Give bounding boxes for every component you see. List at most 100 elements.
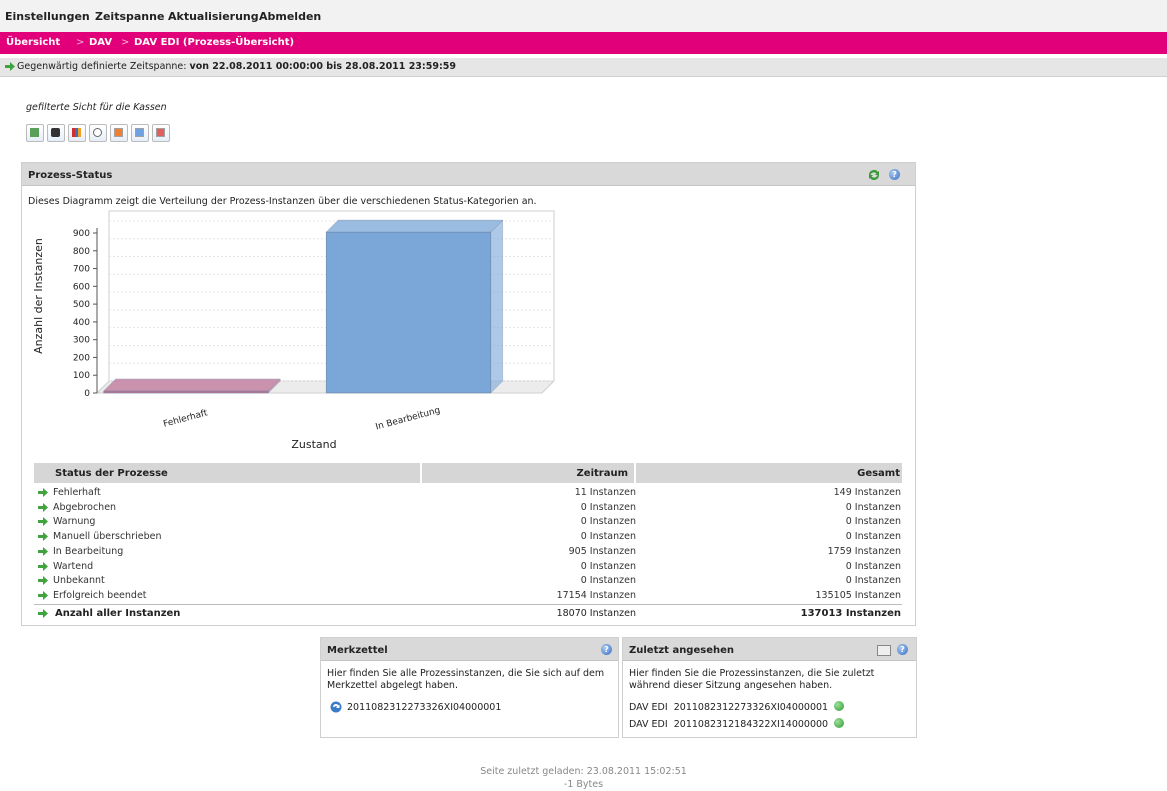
merkzettel-title: Merkzettel xyxy=(327,645,388,656)
row-status: Warnung xyxy=(53,516,96,528)
row-zeitraum: 0 Instanzen xyxy=(580,516,636,528)
breadcrumb: Übersicht > DAV > DAV EDI (Prozess-Übers… xyxy=(0,32,1167,54)
row-gesamt: 0 Instanzen xyxy=(845,516,901,528)
breadcrumb-separator: > xyxy=(121,37,130,48)
menu-abmelden[interactable]: Abmelden xyxy=(259,10,321,23)
menu-zeitspanne[interactable]: Zeitspanne xyxy=(95,10,164,23)
row-gesamt: 135105 Instanzen xyxy=(815,589,901,601)
top-menu: Einstellungen Zeitspanne Aktualisierung … xyxy=(0,0,1167,33)
panel-title: Prozess-Status xyxy=(28,170,113,181)
clear-icon[interactable] xyxy=(877,645,891,656)
table-row[interactable]: Warnung 0 Instanzen 0 Instanzen xyxy=(34,514,902,529)
table-row[interactable]: In Bearbeitung 905 Instanzen 1759 Instanze… xyxy=(34,544,902,559)
bar-chart-icon[interactable] xyxy=(68,124,86,142)
y-tick-label: 800 xyxy=(73,247,90,257)
bar-fehlerhaft[interactable] xyxy=(103,378,281,394)
export-icon[interactable] xyxy=(26,124,44,142)
breadcrumb-item-uebersicht[interactable]: Übersicht xyxy=(6,37,60,48)
breadcrumb-item-dav-edi: DAV EDI (Prozess-Übersicht) xyxy=(134,37,295,48)
bar-in-bearbeitung[interactable] xyxy=(325,219,504,394)
row-status: In Bearbeitung xyxy=(53,545,124,557)
zuletzt-title: Zuletzt angesehen xyxy=(629,645,735,656)
row-zeitraum: 11 Instanzen xyxy=(574,487,636,498)
row-status: Unbekannt xyxy=(53,575,105,587)
table-row[interactable]: Wartend 0 Instanzen 0 Instanzen xyxy=(34,559,902,574)
green-arrow-icon xyxy=(5,62,15,71)
table-row[interactable]: Manuell überschrieben 0 Instanzen 0 Instan… xyxy=(34,529,902,544)
table-row[interactable]: Unbekannt 0 Instanzen 0 Instanzen xyxy=(34,573,902,588)
row-gesamt: 149 Instanzen xyxy=(833,487,901,498)
header-zeitraum: Zeitraum xyxy=(576,468,628,479)
timespan-value: von 22.08.2011 00:00:00 bis 28.08.2011 2… xyxy=(189,61,456,72)
footer-loaded: Seite zuletzt geladen: 23.08.2011 15:02:… xyxy=(480,766,687,777)
table-total-row: Anzahl aller Instanzen 18070 Instanzen 1… xyxy=(34,604,902,622)
table-row[interactable]: Fehlerhaft 11 Instanzen 149 Instanzen xyxy=(34,485,902,500)
header-status: Status der Prozesse xyxy=(55,468,168,479)
refresh-icon[interactable] xyxy=(867,169,881,181)
row-zeitraum: 0 Instanzen xyxy=(580,501,636,513)
row-zeitraum: 0 Instanzen xyxy=(580,560,636,572)
y-tick-label: 500 xyxy=(73,300,90,310)
y-tick-label: 900 xyxy=(73,229,90,239)
merkzettel-item-id: 2011082312273326XI04000001 xyxy=(347,702,502,713)
zuletzt-item-id: 2011082312273326XI04000001 xyxy=(673,702,829,713)
status-chart: 0 100 200 300 400 500 600 700 800 900 Fehlerhaft I… xyxy=(32,210,556,451)
calendar-day-icon[interactable] xyxy=(110,124,128,142)
chart-y-label: Anzahl der Instanzen xyxy=(32,238,45,354)
menu-einstellungen[interactable]: Einstellungen xyxy=(5,10,90,23)
row-gesamt: 0 Instanzen xyxy=(845,531,901,543)
add-icon[interactable] xyxy=(834,718,845,728)
row-status: Wartend xyxy=(53,560,94,572)
breadcrumb-separator: > xyxy=(76,37,85,48)
y-tick-label: 400 xyxy=(73,318,90,328)
row-status: Erfolgreich beendet xyxy=(53,589,147,601)
table-header: Status der Prozesse Zeitraum Gesamt xyxy=(34,463,902,483)
row-status: Fehlerhaft xyxy=(53,487,101,498)
timespan-bar: Gegenwärtig definierte Zeitspanne: von 2… xyxy=(0,58,1167,77)
zuletzt-description: Hier finden Sie die Prozessinstanzen, di… xyxy=(629,668,875,691)
green-arrow-icon xyxy=(38,517,48,527)
zuletzt-item[interactable]: DAV EDI 2011082312184322XI14000000 xyxy=(629,718,845,732)
row-zeitraum: 0 Instanzen xyxy=(580,575,636,587)
add-icon[interactable] xyxy=(834,701,845,711)
merkzettel-panel: Merkzettel ? Hier finden Sie alle Prozes… xyxy=(320,637,619,738)
binoculars-icon[interactable] xyxy=(47,124,65,142)
timespan-label: Gegenwärtig definierte Zeitspanne: xyxy=(17,61,187,72)
y-tick-label: 100 xyxy=(73,371,90,381)
help-icon[interactable]: ? xyxy=(897,644,908,655)
y-tick-label: 200 xyxy=(73,353,90,363)
row-zeitraum: 0 Instanzen xyxy=(580,531,636,543)
total-zeitraum: 18070 Instanzen xyxy=(556,608,636,619)
total-label: Anzahl aller Instanzen xyxy=(55,608,181,619)
green-arrow-icon xyxy=(38,609,48,618)
table-row[interactable]: Erfolgreich beendet 17154 Instanzen 135105… xyxy=(34,588,902,603)
zuletzt-item-prefix: DAV EDI xyxy=(629,702,668,713)
table-row[interactable]: Abgebrochen 0 Instanzen 0 Instanzen xyxy=(34,500,902,515)
breadcrumb-item-dav[interactable]: DAV xyxy=(89,37,112,48)
green-arrow-icon xyxy=(38,532,48,542)
y-tick-label: 300 xyxy=(73,336,90,346)
zuletzt-item-id: 2011082312184322XI14000000 xyxy=(673,719,829,730)
row-gesamt: 0 Instanzen xyxy=(845,575,901,587)
process-link-icon xyxy=(330,701,342,713)
green-arrow-icon xyxy=(38,561,48,571)
x-tick-label: Fehlerhaft xyxy=(162,408,209,429)
clock-icon[interactable] xyxy=(89,124,107,142)
help-icon[interactable]: ? xyxy=(889,169,900,180)
merkzettel-description: Hier finden Sie alle Prozessinstanzen, d… xyxy=(327,668,605,691)
process-status-panel: Prozess-Status ? Dieses Diagramm zeigt d… xyxy=(21,162,916,626)
row-gesamt: 0 Instanzen xyxy=(845,501,901,513)
row-zeitraum: 17154 Instanzen xyxy=(556,589,636,601)
zuletzt-item[interactable]: DAV EDI 2011082312273326XI04000001 xyxy=(629,701,845,715)
green-arrow-icon xyxy=(38,488,48,497)
row-gesamt: 1759 Instanzen xyxy=(827,545,901,557)
green-arrow-icon xyxy=(38,502,48,512)
menu-aktualisierung[interactable]: Aktualisierung xyxy=(168,10,259,23)
help-icon[interactable]: ? xyxy=(601,644,612,655)
calendar-month-icon[interactable] xyxy=(152,124,170,142)
green-arrow-icon xyxy=(38,546,48,556)
zuletzt-angesehen-panel: Zuletzt angesehen ? Hier finden Sie die … xyxy=(622,637,917,738)
panel-description: Dieses Diagramm zeigt die Verteilung der… xyxy=(28,196,537,207)
x-tick-label: In Bearbeitung xyxy=(375,406,442,433)
calendar-week-icon[interactable] xyxy=(131,124,149,142)
